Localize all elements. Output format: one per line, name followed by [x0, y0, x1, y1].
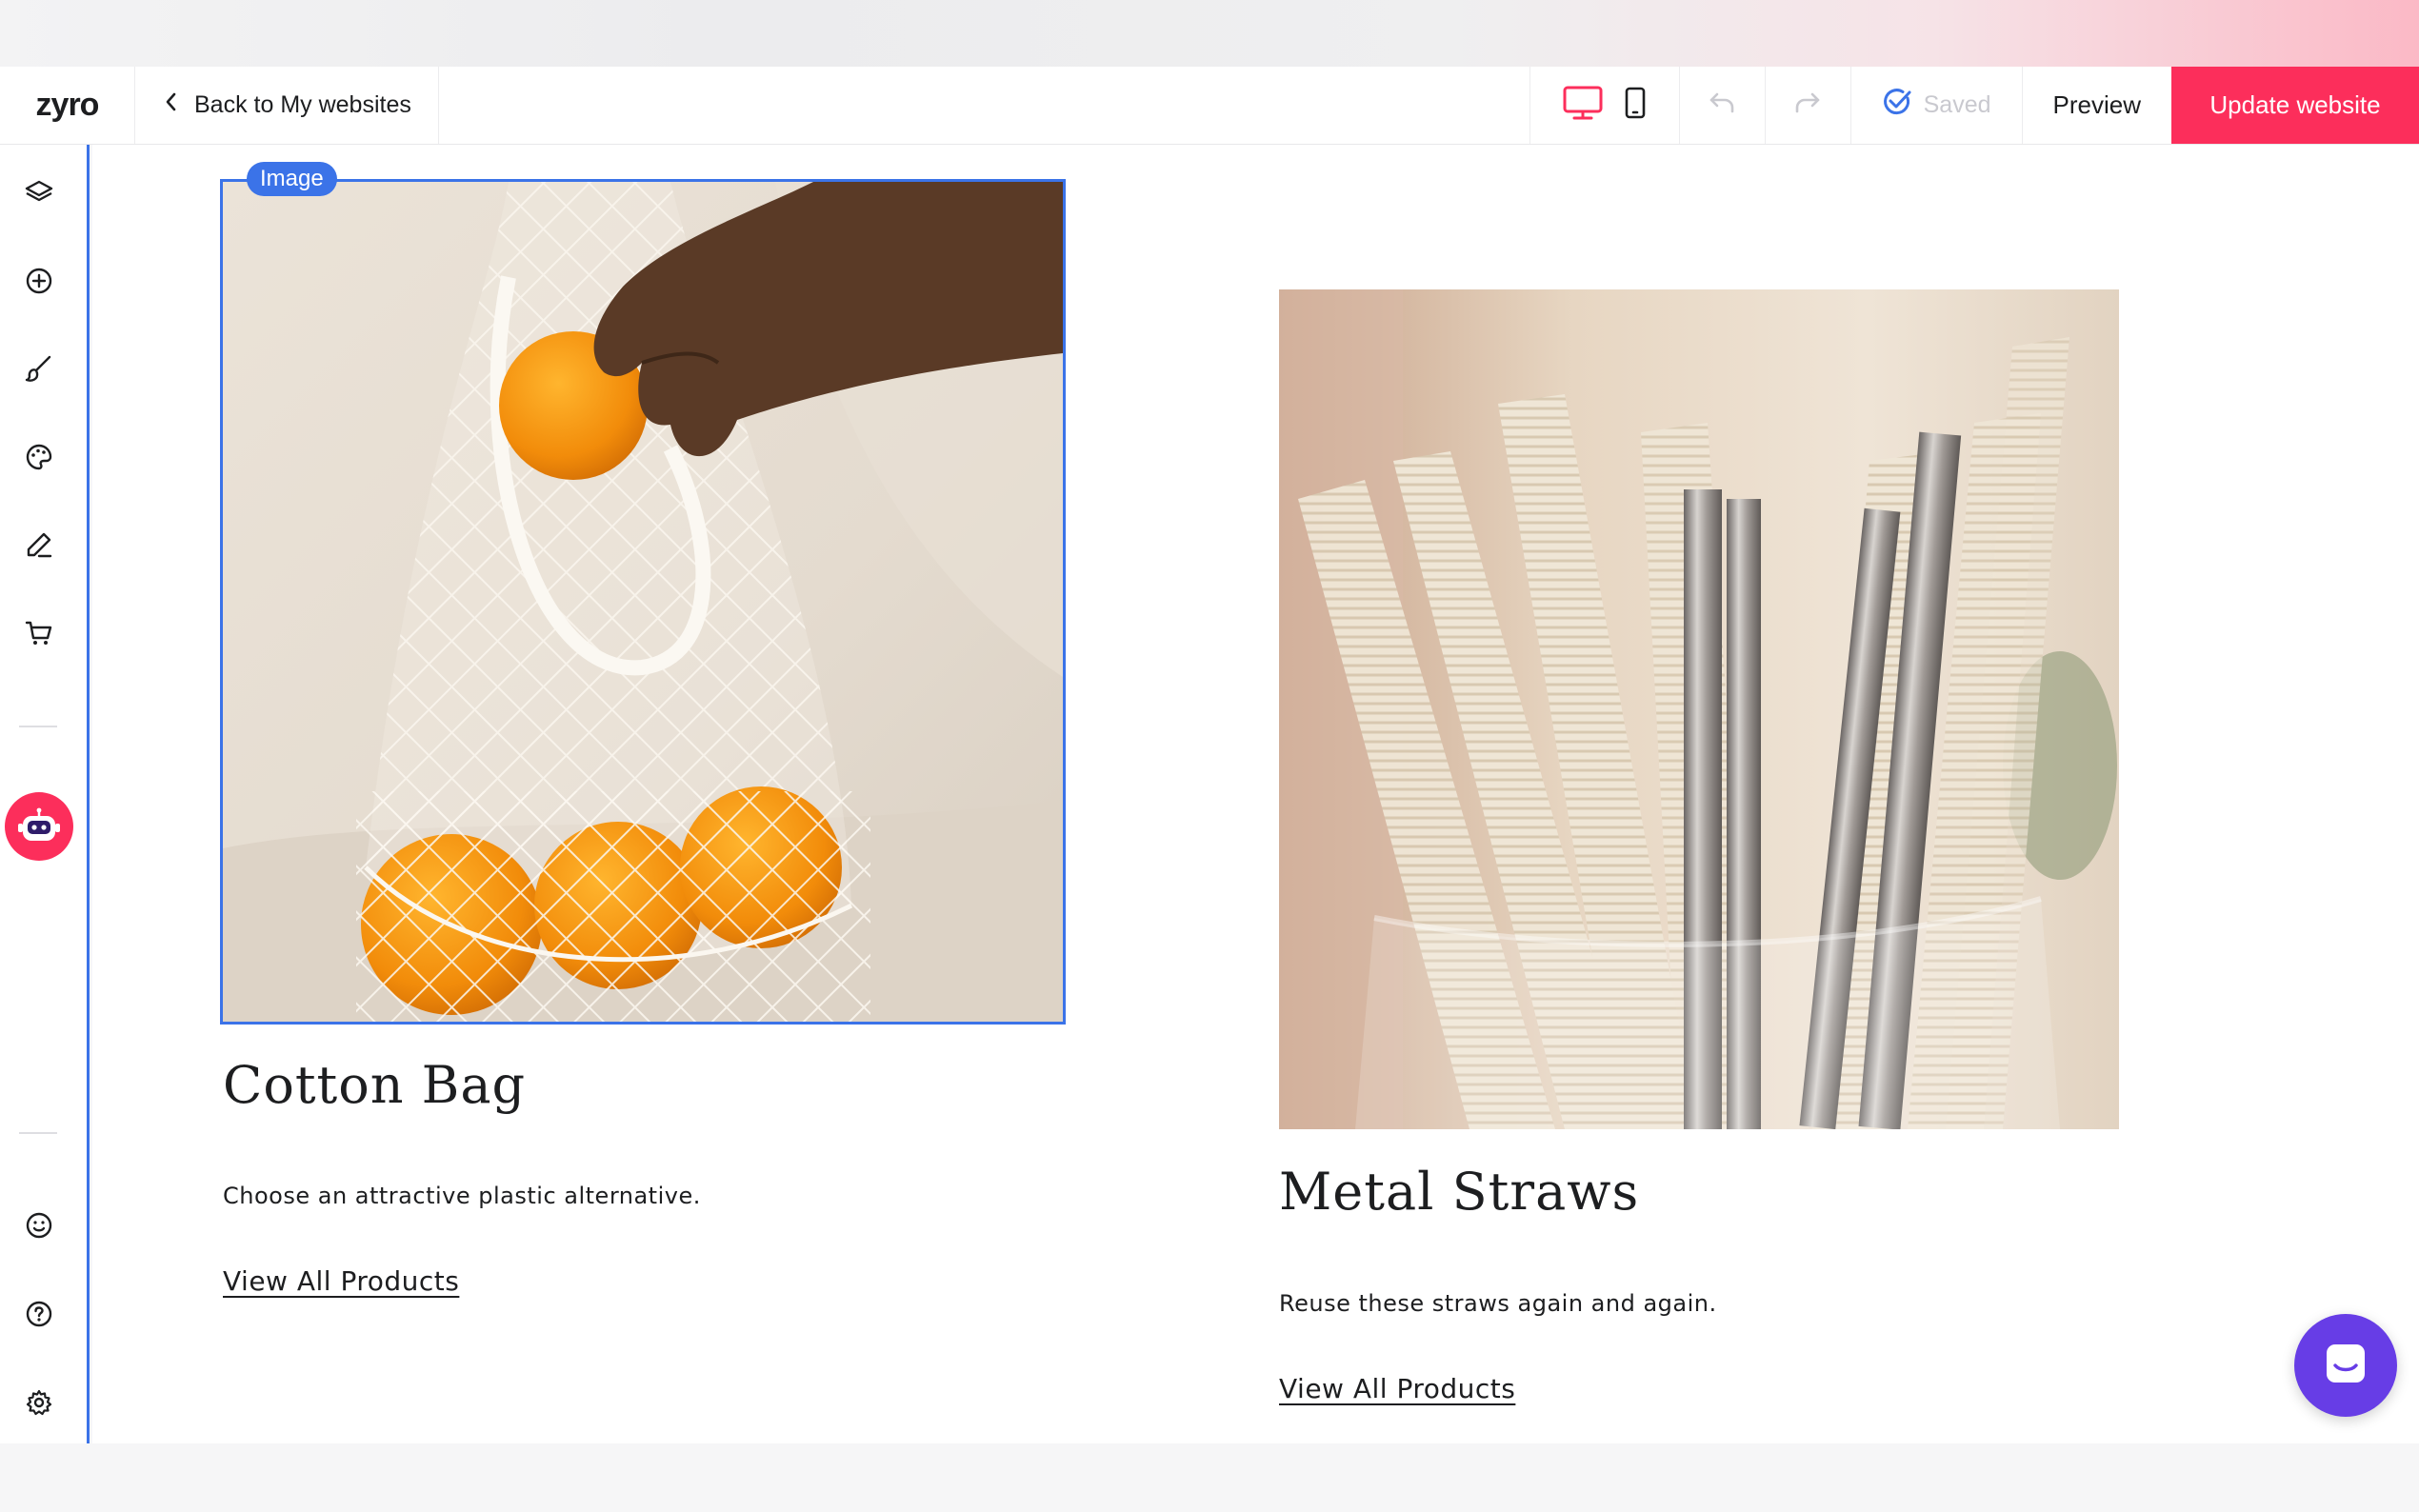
add-circle-icon[interactable]	[20, 262, 58, 300]
ai-robot-icon[interactable]	[5, 792, 73, 861]
sidebar-divider	[19, 1132, 57, 1134]
preview-button[interactable]: Preview	[2021, 67, 2171, 144]
saved-label: Saved	[1923, 91, 1991, 118]
view-all-products-link[interactable]: View All Products	[1279, 1373, 1515, 1404]
card-title[interactable]: Cotton Bag	[223, 1055, 526, 1115]
smiley-icon[interactable]	[20, 1206, 58, 1244]
device-switcher	[1529, 67, 1679, 144]
website-canvas: Image Cotton Bag Choose an attractive pl…	[92, 145, 2419, 1443]
redo-icon	[1793, 90, 1822, 120]
chat-icon	[2322, 1340, 2369, 1392]
chat-support-button[interactable]	[2294, 1314, 2397, 1417]
card-description[interactable]: Choose an attractive plastic alternative…	[223, 1183, 701, 1209]
element-type-tag: Image	[247, 162, 337, 196]
undo-button[interactable]	[1678, 67, 1765, 144]
editor-header: zyro Back to My websites Saved Preview U…	[0, 67, 2419, 145]
mobile-icon[interactable]	[1624, 87, 1647, 124]
update-website-button[interactable]: Update website	[2171, 67, 2419, 144]
chevron-left-icon	[164, 91, 179, 119]
view-all-products-link[interactable]: View All Products	[223, 1265, 459, 1297]
palette-icon[interactable]	[20, 438, 58, 476]
sidebar-divider	[19, 726, 57, 727]
editor-sidebar	[0, 145, 90, 1443]
undo-icon	[1708, 90, 1736, 120]
check-circle-icon	[1882, 87, 1912, 124]
settings-icon[interactable]	[20, 1383, 58, 1422]
back-link-label: Back to My websites	[194, 91, 411, 118]
browser-backdrop	[0, 0, 2419, 67]
back-to-websites-link[interactable]: Back to My websites	[135, 67, 439, 144]
pen-icon[interactable]	[20, 526, 58, 564]
cart-icon[interactable]	[20, 614, 58, 652]
card-title[interactable]: Metal Straws	[1279, 1162, 1639, 1222]
desktop-icon[interactable]	[1563, 85, 1603, 126]
zyro-logo[interactable]: zyro	[0, 67, 135, 144]
help-icon[interactable]	[20, 1295, 58, 1333]
redo-button[interactable]	[1764, 67, 1850, 144]
selected-image-outline	[220, 179, 1066, 1025]
saved-status: Saved	[1849, 67, 2022, 144]
card-description[interactable]: Reuse these straws again and again.	[1279, 1290, 1717, 1317]
canvas-bottom-backdrop	[0, 1443, 2419, 1512]
layers-icon[interactable]	[20, 173, 58, 211]
metal-straws-image[interactable]	[1279, 289, 2119, 1129]
brush-icon[interactable]	[20, 349, 58, 388]
